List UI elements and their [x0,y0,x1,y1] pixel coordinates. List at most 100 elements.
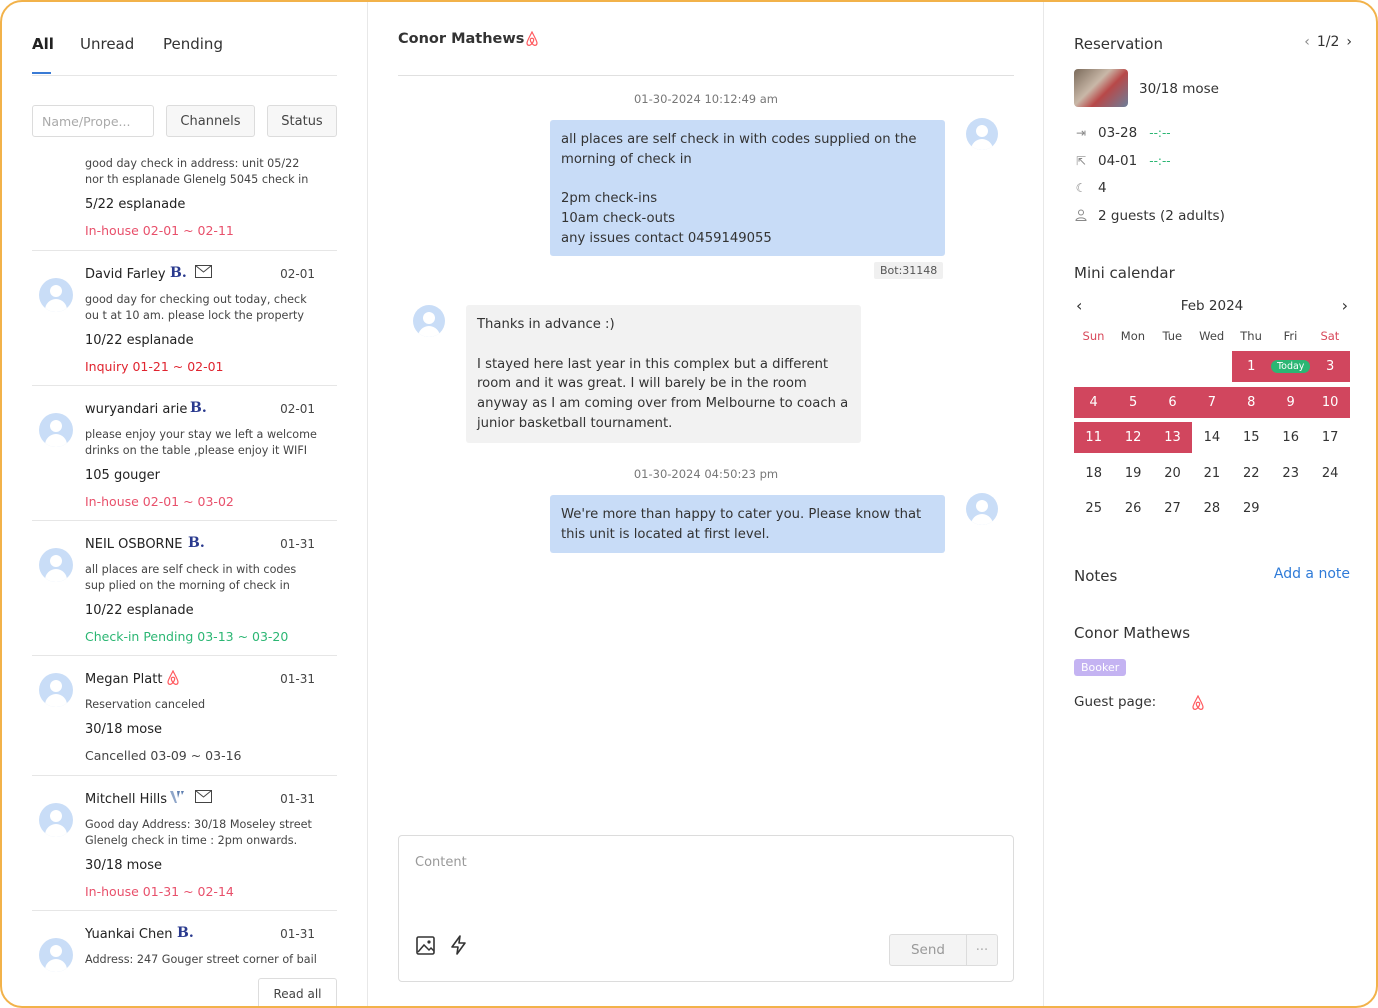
content-input[interactable]: Content [415,855,467,870]
checkin-time[interactable]: --:-- [1149,126,1170,140]
calendar-day[interactable]: 22 [1232,458,1271,489]
chat-title: Conor Mathews [398,31,525,47]
guest-name: wuryandari arie [85,402,188,417]
calendar-day[interactable]: 7 [1192,386,1232,418]
conversation-item[interactable]: Megan Platt 01-31 Reservation canceled 3… [32,656,337,776]
conversation-preview: Good day Address: 30/18 Moseley street G… [85,818,312,847]
airbnb-icon [525,30,539,51]
conversation-date: 02-01 [280,267,315,281]
conversation-status: In-house 02-01 ~ 02-11 [85,223,234,238]
details-panel: Reservation ‹ 1/2 › 30/18 mose ⇥ 03-28 -… [1044,2,1376,1006]
name-property-search-input[interactable]: Name/Prope... [32,105,154,137]
outgoing-message: We're more than happy to cater you. Plea… [550,495,945,553]
conversation-property: 10/22 esplanade [85,603,194,618]
calendar-day[interactable]: 1 [1231,351,1271,382]
avatar [966,493,998,525]
conversation-status: In-house 01-31 ~ 02-14 [85,884,234,899]
calendar-day[interactable]: 24 [1310,458,1349,489]
calendar-day[interactable]: 20 [1153,458,1192,489]
conversation-date: 01-31 [280,537,315,551]
conversation-status: Inquiry 01-21 ~ 02-01 [85,359,224,374]
conversation-item[interactable]: wuryandari arie B. 02-01 please enjoy yo… [32,386,337,521]
calendar-day[interactable]: 28 [1192,493,1231,524]
add-note-link[interactable]: Add a note [1274,566,1350,582]
guest-name-heading: Conor Mathews [1074,624,1191,642]
conversation-date: 01-31 [280,792,315,806]
calendar-day[interactable]: 21 [1192,458,1231,489]
calendar-day[interactable]: 17 [1310,422,1349,453]
calendar-day[interactable]: 23 [1271,458,1310,489]
calendar-day[interactable]: 25 [1074,493,1113,524]
booking-channel-icon: B. [177,925,194,941]
conversation-property: 30/18 mose [85,858,162,873]
nights-count: 4 [1098,180,1107,196]
calendar-day[interactable]: 9 [1271,386,1311,418]
lightning-icon[interactable] [450,935,467,959]
conversation-preview: all places are self check in with codes … [85,563,297,592]
person-icon [1074,209,1088,223]
calendar-day[interactable]: 15 [1232,422,1271,453]
calendar-day[interactable]: 19 [1113,458,1152,489]
calendar-day[interactable]: 6 [1152,386,1193,418]
image-icon[interactable] [416,936,435,959]
conversation-preview: good day for checking out today, check o… [85,293,307,322]
calendar-day[interactable]: 12 [1113,422,1153,453]
tab-all[interactable]: All [32,35,54,53]
conversation-tabs: All Unread Pending [32,32,337,76]
calendar-day[interactable]: 4 [1074,386,1114,418]
conversation-item[interactable]: good day check in address: unit 05/22 no… [32,152,337,251]
outgoing-message: all places are self check in with codes … [550,120,945,256]
active-tab-indicator [32,72,51,74]
conversation-item[interactable]: Yuankai Chen B. 01-31 Address: 247 Gouge… [32,911,337,972]
conversation-item[interactable]: NEIL OSBORNE B. 01-31 all places are sel… [32,521,337,656]
checkout-time[interactable]: --:-- [1149,154,1170,168]
weekday-label: Sun [1082,329,1105,343]
conversation-date: 01-31 [280,672,315,686]
booking-channel-icon: B. [190,400,207,416]
chevron-right-icon[interactable]: › [1342,296,1348,315]
calendar-day[interactable]: 13 [1152,422,1193,453]
calendar-day[interactable]: 27 [1153,493,1192,524]
guest-page-label: Guest page: [1074,694,1157,710]
conversation-panel: All Unread Pending Name/Prope... Channel… [2,2,368,1006]
weekday-label: Fri [1283,329,1298,343]
bot-label: Bot:31148 [874,262,944,279]
chevron-right-icon[interactable]: › [1346,34,1352,50]
airbnb-icon[interactable] [1191,694,1205,715]
weekday-label: Mon [1120,329,1146,343]
calendar-day[interactable]: 11 [1074,422,1114,453]
chat-header: Conor Mathews [398,30,1014,76]
booker-badge: Booker [1074,659,1127,676]
calendar-day[interactable]: 8 [1231,386,1271,418]
pager-text: 1/2 [1316,34,1340,50]
read-all-button[interactable]: Read all [258,978,337,1006]
checkout-date: 04-01 [1098,153,1138,169]
chevron-left-icon[interactable]: ‹ [1304,34,1310,50]
calendar-day[interactable]: 18 [1074,458,1113,489]
conversation-item[interactable]: Mitchell Hills 01-31 Good day Address: 3… [32,776,337,911]
send-button[interactable]: Send [889,934,967,966]
message-composer: Content Send ··· [398,835,1014,982]
tab-unread[interactable]: Unread [80,35,134,53]
calendar-day[interactable]: 29 [1232,493,1271,524]
conversation-item[interactable]: David Farley B. 02-01 good day for check… [32,251,337,386]
filter-bar: Name/Prope... Channels Status [32,105,337,137]
calendar-day[interactable]: 16 [1271,422,1310,453]
channels-filter-button[interactable]: Channels [166,105,255,137]
calendar-day[interactable]: 14 [1192,422,1231,453]
status-filter-button[interactable]: Status [267,105,337,137]
calendar-day[interactable]: 3 [1310,351,1350,382]
booking-channel-icon: B. [170,265,187,281]
tab-pending[interactable]: Pending [163,35,223,53]
avatar [39,803,73,837]
reservation-title: Reservation [1074,35,1163,53]
conversation-property: 105 gouger [85,468,160,483]
chat-panel: Conor Mathews 01-30-2024 10:12:49 am all… [368,2,1044,1006]
checkin-row: ⇥ 03-28 --:-- [1074,125,1171,141]
conversation-list: good day check in address: unit 05/22 no… [32,152,337,972]
calendar-day[interactable]: 10 [1310,386,1350,418]
more-options-button[interactable]: ··· [966,934,998,966]
calendar-day[interactable]: 5 [1113,386,1153,418]
calendar-day[interactable]: 26 [1113,493,1152,524]
calendar-day[interactable]: Today [1270,351,1311,382]
